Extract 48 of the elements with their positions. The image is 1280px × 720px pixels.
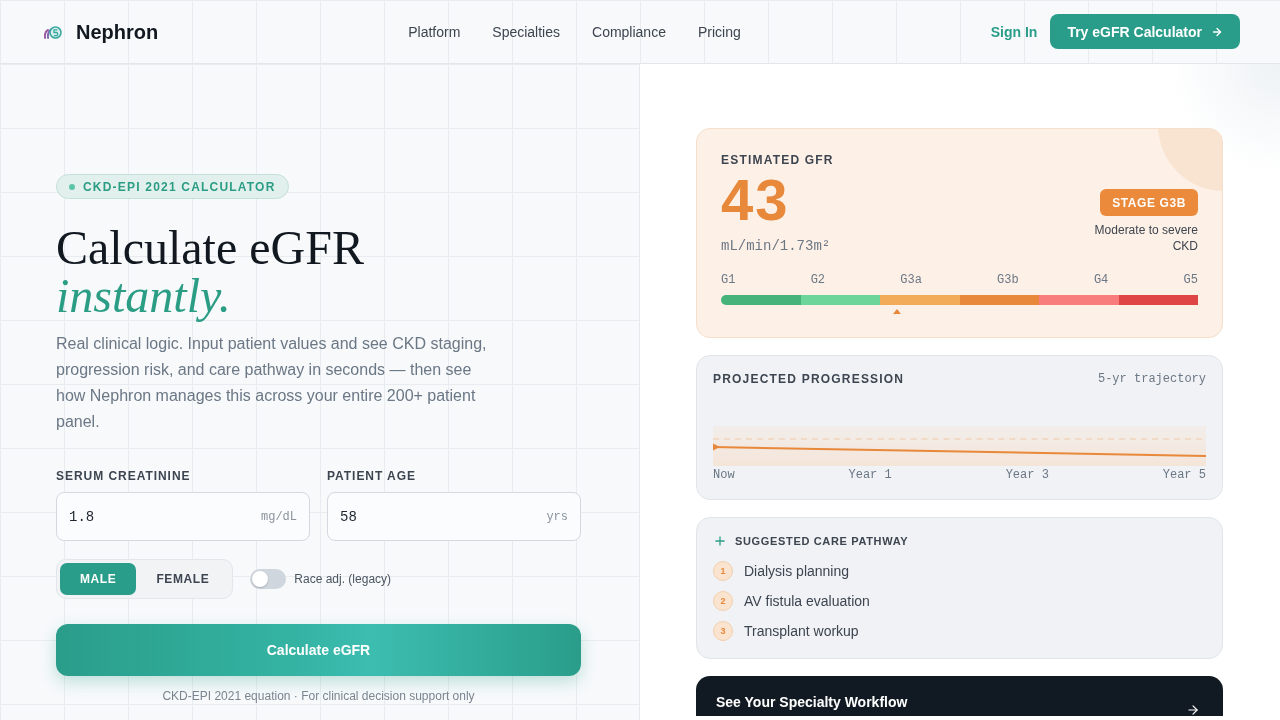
axis-label: Year 5 [1162, 468, 1206, 482]
stage-label: G3a [900, 273, 922, 287]
field-label: SERUM CREATININE [56, 469, 191, 483]
step-number: 1 [713, 561, 733, 581]
step-label: Dialysis planning [744, 563, 850, 579]
axis-label: Now [713, 468, 735, 482]
card-title: SUGGESTED CARE PATHWAY [735, 534, 909, 548]
logo-icon [44, 24, 62, 39]
gfr-value: 43 [721, 171, 790, 229]
step-number: 3 [713, 621, 733, 641]
brand-name: Nephron [76, 19, 159, 44]
hero-title: Calculate eGFR [56, 224, 364, 272]
stage-label: G4 [1093, 273, 1109, 287]
card-title: ESTIMATED GFR [721, 153, 834, 167]
nav-link[interactable]: Compliance [592, 23, 666, 40]
input-field[interactable]: 58 yrs [327, 492, 581, 541]
toggle-switch[interactable] [250, 569, 287, 589]
arrow-right-icon [1211, 25, 1223, 38]
tag-text: CKD-EPI 2021 CALCULATOR [83, 179, 276, 194]
hero-description: Real clinical logic. Input patient values and see CKD staging, progression risk, and care pathway in seconds — then see how Nephron manages this across your entire 200+ patient panel. [56, 334, 488, 432]
plus-icon [713, 534, 727, 548]
unit-label: yrs [546, 509, 568, 524]
step-number: 2 [713, 591, 733, 611]
stage-badge: STAGE G3B [1100, 189, 1198, 216]
nav-link[interactable]: Pricing [697, 23, 741, 40]
unit-label: mg/dL [261, 509, 297, 524]
stage-label: G1 [721, 273, 736, 287]
step-label: AV fistula evaluation [744, 593, 870, 609]
stage-label: G3b [997, 273, 1019, 287]
field-label: PATIENT AGE [327, 469, 416, 483]
input-field[interactable]: 1.8 mg/dL [56, 492, 310, 541]
card-subtitle: 5-yr trajectory [1097, 372, 1206, 386]
disclaimer-text: CKD-EPI 2021 equation · For clinical decision support only [161, 689, 476, 703]
stage-description: Moderate to severe CKD [1093, 222, 1198, 254]
workflow-cta-card[interactable]: See Your Specialty Workflow [696, 676, 1223, 716]
switch-label: Race adj. (legacy) [294, 572, 392, 586]
gfr-unit: mL/min/1.73m² [721, 238, 831, 254]
nav-link[interactable]: Specialties [492, 23, 560, 40]
step-label: Transplant workup [744, 623, 859, 639]
hero-title-accent: instantly. [56, 272, 231, 320]
stage-label: G2 [810, 273, 826, 287]
nav-link[interactable]: Platform [408, 23, 461, 40]
stage-label: G5 [1183, 273, 1198, 287]
axis-label: Year 1 [848, 468, 892, 482]
sex-option[interactable]: FEMALE [136, 563, 230, 595]
axis-label: Year 3 [1005, 468, 1049, 482]
card-title: PROJECTED PROGRESSION [713, 372, 905, 386]
dot-icon [69, 183, 75, 190]
